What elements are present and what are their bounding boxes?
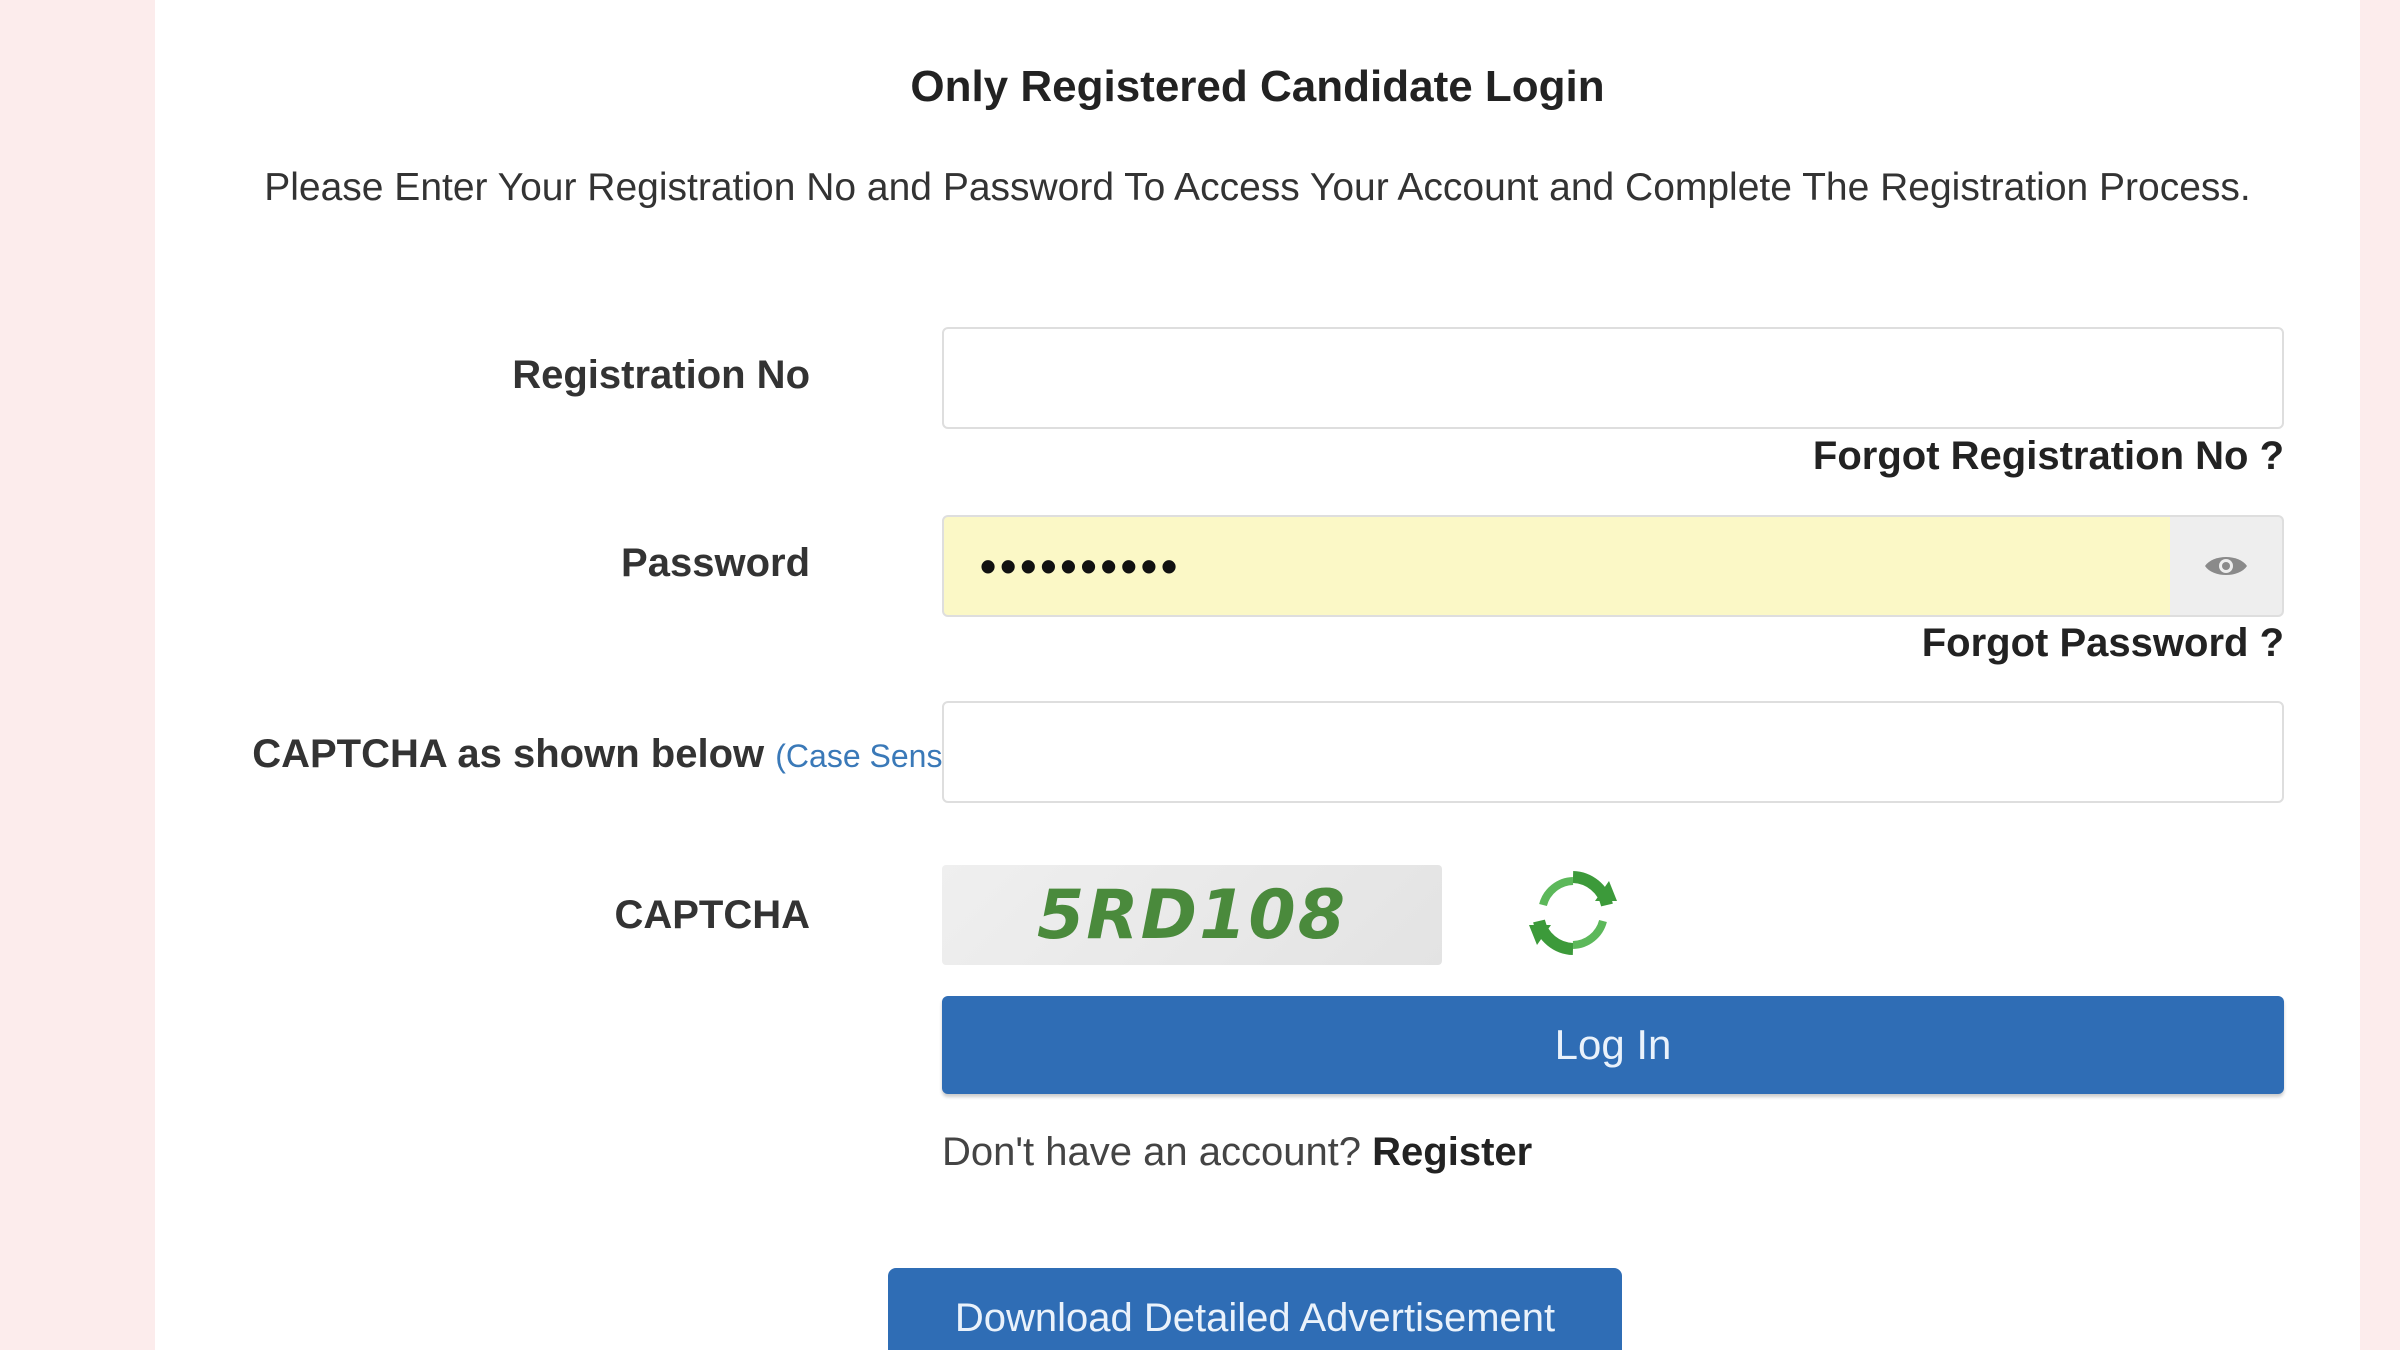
refresh-icon bbox=[1529, 871, 1617, 955]
eye-icon bbox=[2205, 557, 2247, 575]
captcha-refresh-button[interactable] bbox=[1523, 863, 1623, 963]
captcha-input-label-text: CAPTCHA as shown below bbox=[252, 732, 765, 776]
captcha-image: 5RD108 bbox=[942, 865, 1442, 965]
password-label: Password bbox=[621, 541, 810, 585]
registration-no-label: Registration No bbox=[512, 353, 810, 397]
password-toggle-button[interactable] bbox=[2170, 515, 2284, 617]
forgot-registration-link[interactable]: Forgot Registration No ? bbox=[1813, 434, 2284, 479]
forgot-password-link[interactable]: Forgot Password ? bbox=[1922, 621, 2284, 666]
captcha-label: CAPTCHA bbox=[614, 893, 810, 937]
captcha-input[interactable] bbox=[942, 701, 2284, 803]
login-button[interactable]: Log In bbox=[942, 996, 2284, 1094]
register-prompt: Don't have an account? Register bbox=[942, 1130, 1532, 1175]
password-input[interactable]: •••••••••• bbox=[942, 515, 2172, 617]
captcha-input-label: CAPTCHA as shown below (Case Sensitive) bbox=[215, 725, 1010, 785]
page-subtitle: Please Enter Your Registration No and Pa… bbox=[264, 166, 2251, 209]
register-prompt-text: Don't have an account? bbox=[942, 1130, 1362, 1174]
login-card: Only Registered Candidate Login Please E… bbox=[155, 0, 2360, 1350]
registration-no-input[interactable] bbox=[942, 327, 2284, 429]
download-advertisement-button[interactable]: Download Detailed Advertisement bbox=[888, 1268, 1622, 1350]
page-title: Only Registered Candidate Login bbox=[910, 62, 1605, 111]
register-link[interactable]: Register bbox=[1372, 1130, 1532, 1174]
